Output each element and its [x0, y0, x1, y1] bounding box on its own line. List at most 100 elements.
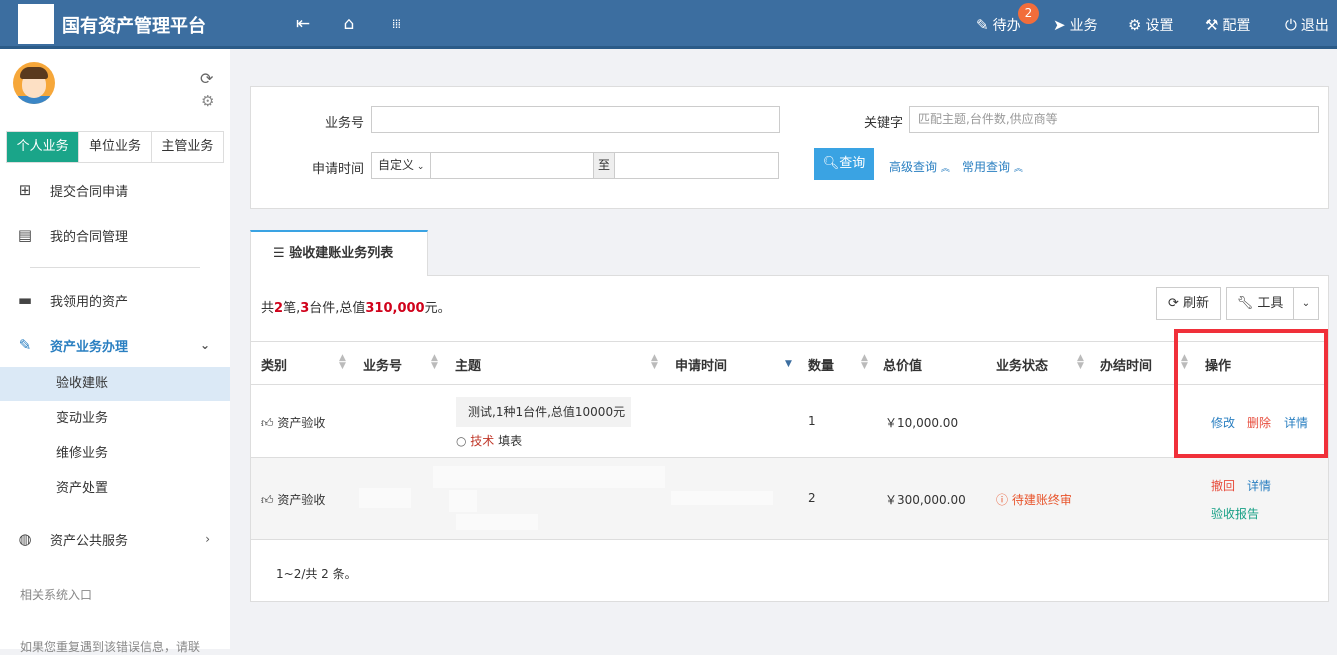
- value-cell: ￥300,000.00: [885, 493, 966, 507]
- sort-icon[interactable]: ▲ ▼: [431, 354, 438, 371]
- sort-desc-icon[interactable]: ▼: [785, 360, 792, 369]
- grid-dots-icon[interactable]: ⁞⁞⁞: [385, 13, 407, 35]
- gear-icon[interactable]: ⚙: [201, 92, 214, 110]
- summary-units-unit: 台件,总值: [309, 301, 366, 316]
- start-date-input[interactable]: [430, 152, 594, 179]
- subject-cell[interactable]: 测试,1种1台件,总值10000元: [456, 397, 631, 427]
- gear-icon: ⚙: [1128, 16, 1142, 34]
- summary-count: 2: [274, 301, 284, 316]
- summary-count-unit: 笔,: [283, 301, 301, 316]
- table-row: 👍︎ 资产验收 测试,1种1台件,总值10000元 ○ 技术 填表 1 ￥10,…: [251, 385, 1328, 458]
- col-apply-time[interactable]: 申请时间: [675, 355, 727, 374]
- settings-label: 设置: [1145, 18, 1174, 34]
- list-body: 共2笔,3台件,总值310,000元。 ⟳ 刷新 🔧︎ 工具 ⌄ 类别 ▲ ▼ 业…: [250, 275, 1329, 602]
- add-doc-icon: ⊞: [18, 181, 32, 199]
- keyword-input[interactable]: 匹配主题,台件数,供应商等: [909, 106, 1319, 133]
- tools-button[interactable]: 🔧︎ 工具: [1226, 287, 1294, 320]
- redacted-subject: [449, 490, 477, 512]
- sidebar-item-submit-contract[interactable]: ⊞ 提交合同申请: [0, 172, 230, 208]
- settings-button[interactable]: ⚙ 设置: [1128, 14, 1173, 36]
- col-total-value[interactable]: 总价值: [883, 355, 922, 374]
- collapse-sidebar-icon[interactable]: ⇤: [292, 13, 314, 35]
- status-badge: ⓘ 待建账终审: [996, 491, 1072, 508]
- fill-form-text: 填表: [498, 434, 523, 448]
- list-icon: ☰: [273, 246, 290, 261]
- sidebar-item-label: 我的合同管理: [50, 229, 129, 245]
- document-icon: ▤: [17, 226, 33, 244]
- app-title: 国有资产管理平台: [62, 16, 206, 37]
- keyword-label: 关键字: [864, 116, 904, 131]
- sort-icon[interactable]: ▲ ▼: [339, 354, 346, 371]
- chevron-down-icon: ⌄: [199, 338, 210, 352]
- search-panel: 业务号 关键字 匹配主题,台件数,供应商等 申请时间 自定义 ⌄ 至 🔍︎查询 …: [250, 86, 1329, 209]
- todo-button[interactable]: ✎ 待办: [976, 14, 1021, 36]
- value-cell: ￥10,000.00: [885, 416, 959, 430]
- redacted-apply-time: [671, 491, 773, 505]
- biz-no-input[interactable]: [371, 106, 780, 133]
- thumbs-up-icon: 👍︎: [261, 493, 278, 507]
- sidebar-item-label: 提交合同申请: [50, 184, 129, 200]
- tech-tag: 技术: [470, 434, 495, 448]
- top-bar: 国有资产管理平台 ⇤ ⌂ ⁞⁞⁞ ✎ 待办 2 ➤ 业务 ⚙ 设置 ⚒ 配置 ⏻ 退出: [0, 0, 1337, 49]
- common-query-link[interactable]: 常用查询 ︽: [962, 158, 1023, 175]
- tools-label: 工具: [1257, 296, 1284, 311]
- summary-units: 3: [300, 301, 310, 316]
- summary-total-unit: 元。: [424, 301, 451, 316]
- sort-icon[interactable]: ▲ ▼: [651, 354, 658, 371]
- power-icon: ⏻: [1285, 16, 1297, 34]
- redacted-biz-no: [359, 488, 411, 508]
- category-label: 资产验收: [277, 493, 326, 507]
- sidebar-item-my-assets[interactable]: ▬ 我领用的资产: [0, 282, 230, 318]
- alert-circle-icon: ⓘ: [996, 493, 1012, 507]
- query-button[interactable]: 🔍︎查询: [814, 148, 874, 180]
- tab-unit[interactable]: 单位业务: [79, 132, 152, 162]
- query-label: 查询: [839, 156, 866, 171]
- col-category[interactable]: 类别: [261, 355, 287, 374]
- sidebar: ⟳ ⚙ 个人业务 单位业务 主管业务 ⊞ 提交合同申请 ▤ 我的合同管理 ▬ 我领用的…: [0, 49, 230, 654]
- avatar[interactable]: [13, 62, 55, 104]
- acceptance-report-link[interactable]: 验收报告: [1211, 505, 1259, 522]
- sidebar-item-public-service[interactable]: ◍ 资产公共服务 ›: [0, 521, 230, 557]
- todo-count-badge: 2: [1018, 3, 1039, 24]
- col-finish-time[interactable]: 办结时间: [1100, 355, 1152, 374]
- quantity-cell: 2: [808, 491, 816, 505]
- config-button[interactable]: ⚒ 配置: [1205, 14, 1250, 36]
- subject-meta: ○ 技术 填表: [456, 432, 522, 449]
- chevron-double-up-icon: ︽: [940, 164, 950, 174]
- col-subject[interactable]: 主题: [455, 355, 481, 374]
- sidebar-subitem-disposal[interactable]: 资产处置: [0, 472, 230, 506]
- sidebar-item-asset-ops[interactable]: ✎ 资产业务办理 ⌄: [0, 327, 230, 363]
- col-quantity[interactable]: 数量: [808, 355, 834, 374]
- sidebar-subitem-change[interactable]: 变动业务: [0, 402, 230, 436]
- sidebar-subitem-acceptance[interactable]: 验收建账: [0, 367, 230, 401]
- col-biz-no[interactable]: 业务号: [363, 355, 402, 374]
- logout-button[interactable]: ⏻ 退出: [1285, 14, 1329, 36]
- globe-icon: ◍: [18, 530, 32, 548]
- tools-dropdown-button[interactable]: ⌄: [1293, 287, 1319, 320]
- biz-no-label: 业务号: [325, 116, 365, 131]
- tab-personal[interactable]: 个人业务: [7, 132, 80, 162]
- time-range-select[interactable]: 自定义 ⌄: [371, 152, 431, 179]
- refresh-icon[interactable]: ⟳: [200, 69, 213, 88]
- apply-time-label: 申请时间: [312, 162, 365, 177]
- error-note: 如果您重复遇到该错误信息，请联: [20, 640, 201, 654]
- tab-supervisor[interactable]: 主管业务: [151, 132, 223, 162]
- sort-icon[interactable]: ▲ ▼: [861, 354, 868, 371]
- sidebar-subitem-repair[interactable]: 维修业务: [0, 437, 230, 471]
- col-status[interactable]: 业务状态: [996, 355, 1048, 374]
- wrench-icon: 🔧︎: [1236, 296, 1258, 311]
- related-systems-label: 相关系统入口: [20, 588, 93, 602]
- home-icon[interactable]: ⌂: [338, 13, 360, 35]
- app-logo: [18, 4, 54, 44]
- refresh-button[interactable]: ⟳ 刷新: [1156, 287, 1221, 320]
- tab-acceptance-list[interactable]: ☰ 验收建账业务列表: [250, 230, 428, 276]
- withdraw-link[interactable]: 撤回: [1211, 477, 1235, 494]
- end-date-input[interactable]: [614, 152, 779, 179]
- sort-icon[interactable]: ▲ ▼: [1077, 354, 1084, 371]
- refresh-label: 刷新: [1183, 296, 1210, 311]
- sidebar-item-my-contracts[interactable]: ▤ 我的合同管理: [0, 217, 230, 253]
- advanced-query-link[interactable]: 高级查询 ︽: [889, 158, 950, 175]
- business-button[interactable]: ➤ 业务: [1053, 14, 1098, 36]
- drive-icon: ▬: [17, 291, 33, 309]
- details-link[interactable]: 详情: [1247, 477, 1271, 494]
